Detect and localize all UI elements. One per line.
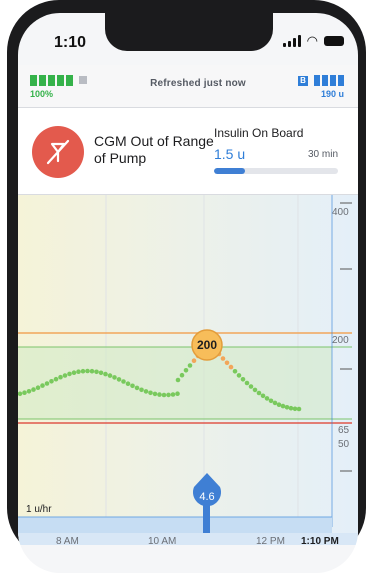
insulin-reservoir-icon: B xyxy=(298,75,344,86)
glucose-reading-point xyxy=(62,373,68,378)
glucose-reading-point xyxy=(134,385,140,391)
iob-time: 30 min xyxy=(307,149,338,160)
glucose-reading-point xyxy=(272,400,278,406)
glucose-reading-point xyxy=(40,383,45,388)
pump-battery-percent: 100% xyxy=(30,89,54,99)
glucose-reading-point xyxy=(26,389,32,394)
basal-rate-label: 1 u/hr xyxy=(26,504,52,515)
glucose-reading-point xyxy=(224,360,230,366)
glucose-reading-point xyxy=(175,391,180,396)
glucose-reading-point xyxy=(280,403,286,409)
glucose-reading-point xyxy=(121,379,126,384)
iob-progress-fill xyxy=(214,168,245,174)
glucose-reading-point xyxy=(94,369,99,375)
glucose-reading-point xyxy=(240,377,246,382)
glucose-reading-point xyxy=(98,370,104,376)
y-tick-label: 200 xyxy=(332,335,349,346)
bolus-value: 4.6 xyxy=(199,491,214,503)
pump-status-bar[interactable]: 100% Refreshed just now B 190 u xyxy=(18,65,358,108)
iob-value: 1.5 u xyxy=(214,146,246,162)
signal-icon xyxy=(282,35,301,47)
glucose-reading-point xyxy=(67,371,72,377)
no-signal-icon xyxy=(46,139,70,165)
glucose-reading-point xyxy=(89,368,95,374)
glucose-reading-point xyxy=(187,363,193,368)
glucose-reading-point xyxy=(232,369,238,374)
glucose-reading-point xyxy=(252,387,258,393)
glucose-reading-point xyxy=(31,387,36,392)
status-time: 1:10 xyxy=(54,34,87,51)
glucose-reading-point xyxy=(179,372,185,378)
glucose-reading-point xyxy=(191,358,197,363)
y-tick-label: 65 xyxy=(338,425,350,436)
glucose-reading-point xyxy=(264,396,270,401)
glucose-reading-point xyxy=(53,376,59,382)
glucose-reading-point xyxy=(236,373,242,378)
status-cards: CGM Out of Range of Pump Insulin On Boar… xyxy=(18,108,358,195)
x-tick-label-now: 1:10 PM xyxy=(301,536,339,545)
bolus-stem xyxy=(203,503,210,535)
glucose-reading-point xyxy=(183,368,189,373)
glucose-reading-point xyxy=(130,383,135,389)
pump-battery-icon xyxy=(30,75,87,86)
x-tick-label: 10 AM xyxy=(148,536,176,545)
cgm-out-of-range-icon[interactable] xyxy=(32,126,84,178)
glucose-reading-point xyxy=(49,379,54,384)
glucose-reading-point xyxy=(148,390,153,396)
glucose-reading-point xyxy=(276,402,282,407)
basal-rate-bar xyxy=(18,517,332,533)
glucose-reading-point xyxy=(170,392,176,397)
glucose-reading-point xyxy=(244,380,250,386)
glucose-reading-point xyxy=(139,387,144,393)
phone-mockup: 1:10 ◠ 100% Refreshed just now B 190 u C… xyxy=(0,0,366,573)
glucose-reading-point xyxy=(116,377,122,382)
glucose-reading-point xyxy=(268,398,274,404)
glucose-reading-point xyxy=(288,405,294,411)
glucose-reading-point xyxy=(284,405,290,410)
x-tick-label: 12 PM xyxy=(256,536,285,545)
system-status-icons: ◠ xyxy=(282,33,344,48)
glucose-reading-point xyxy=(44,381,50,386)
glucose-reading-point xyxy=(220,356,226,361)
glucose-reading-point xyxy=(248,384,254,389)
iob-title: Insulin On Board xyxy=(214,126,304,140)
glucose-chart[interactable]: 400 200 65 50 200 1 u/hr 4.6 8 AM 10 AM … xyxy=(18,195,358,545)
current-bg-marker[interactable]: 200 xyxy=(191,329,223,361)
glucose-reading-point xyxy=(260,393,266,399)
glucose-reading-point xyxy=(112,375,117,380)
wifi-icon: ◠ xyxy=(306,33,318,48)
y-tick-label: 400 xyxy=(332,207,349,218)
battery-icon xyxy=(324,36,344,46)
glucose-reading-point xyxy=(161,392,167,398)
glucose-reading-point xyxy=(175,377,181,383)
glucose-reading-point xyxy=(85,368,90,374)
glucose-reading-point xyxy=(22,390,27,395)
app-screen: 1:10 ◠ 100% Refreshed just now B 190 u C… xyxy=(18,13,358,573)
alert-title[interactable]: CGM Out of Range of Pump xyxy=(94,133,214,167)
glucose-reading-point xyxy=(152,391,158,397)
camera-notch xyxy=(105,13,273,51)
x-tick-label: 8 AM xyxy=(56,536,79,545)
y-tick-label: 50 xyxy=(338,439,350,450)
glucose-reading-point xyxy=(103,371,108,377)
insulin-badge: B xyxy=(298,75,308,86)
glucose-reading-point xyxy=(296,406,302,412)
glucose-reading-point xyxy=(125,381,131,386)
glucose-reading-point xyxy=(107,373,113,378)
glucose-reading-point xyxy=(256,390,262,396)
glucose-reading-point xyxy=(58,374,63,380)
glucose-reading-point xyxy=(76,369,81,374)
glucose-reading-point xyxy=(143,389,149,394)
glucose-reading-point xyxy=(157,392,162,397)
glucose-reading-point xyxy=(35,385,41,390)
glucose-reading-point xyxy=(166,392,171,398)
insulin-remaining: 190 u xyxy=(320,89,344,99)
current-bg-value: 200 xyxy=(197,338,217,352)
glucose-reading-point xyxy=(71,370,77,375)
glucose-reading-point xyxy=(292,406,298,412)
glucose-reading-point xyxy=(228,364,234,370)
refresh-status: Refreshed just now xyxy=(150,78,246,89)
iob-progress xyxy=(214,168,338,174)
glucose-reading-point xyxy=(80,368,86,374)
